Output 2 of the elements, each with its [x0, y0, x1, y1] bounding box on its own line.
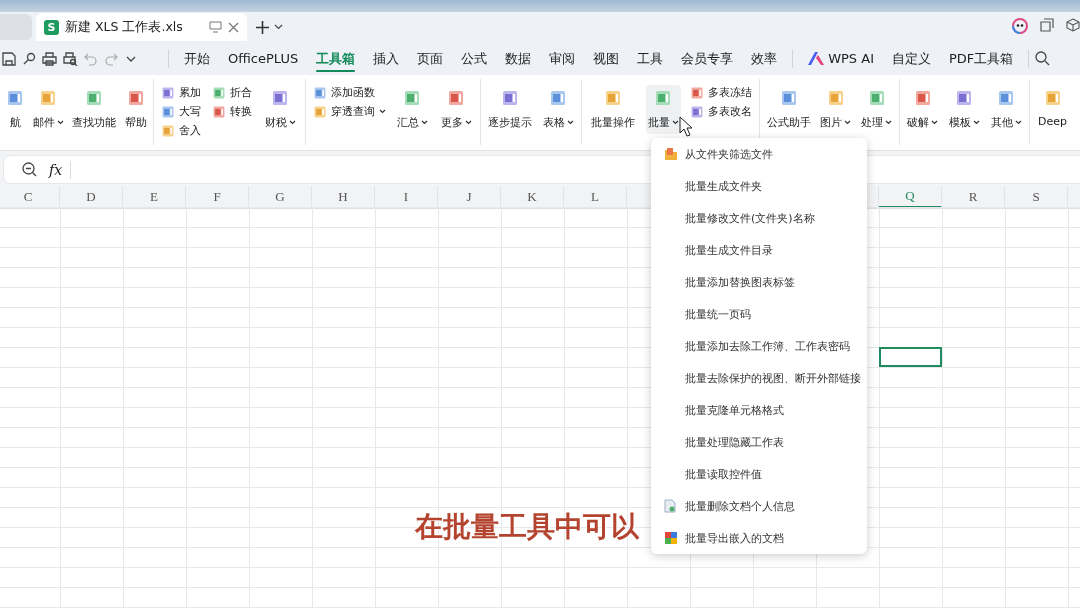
caption: 在批量工具中可以 [415, 509, 639, 545]
app-logo-icon: S [44, 19, 59, 35]
